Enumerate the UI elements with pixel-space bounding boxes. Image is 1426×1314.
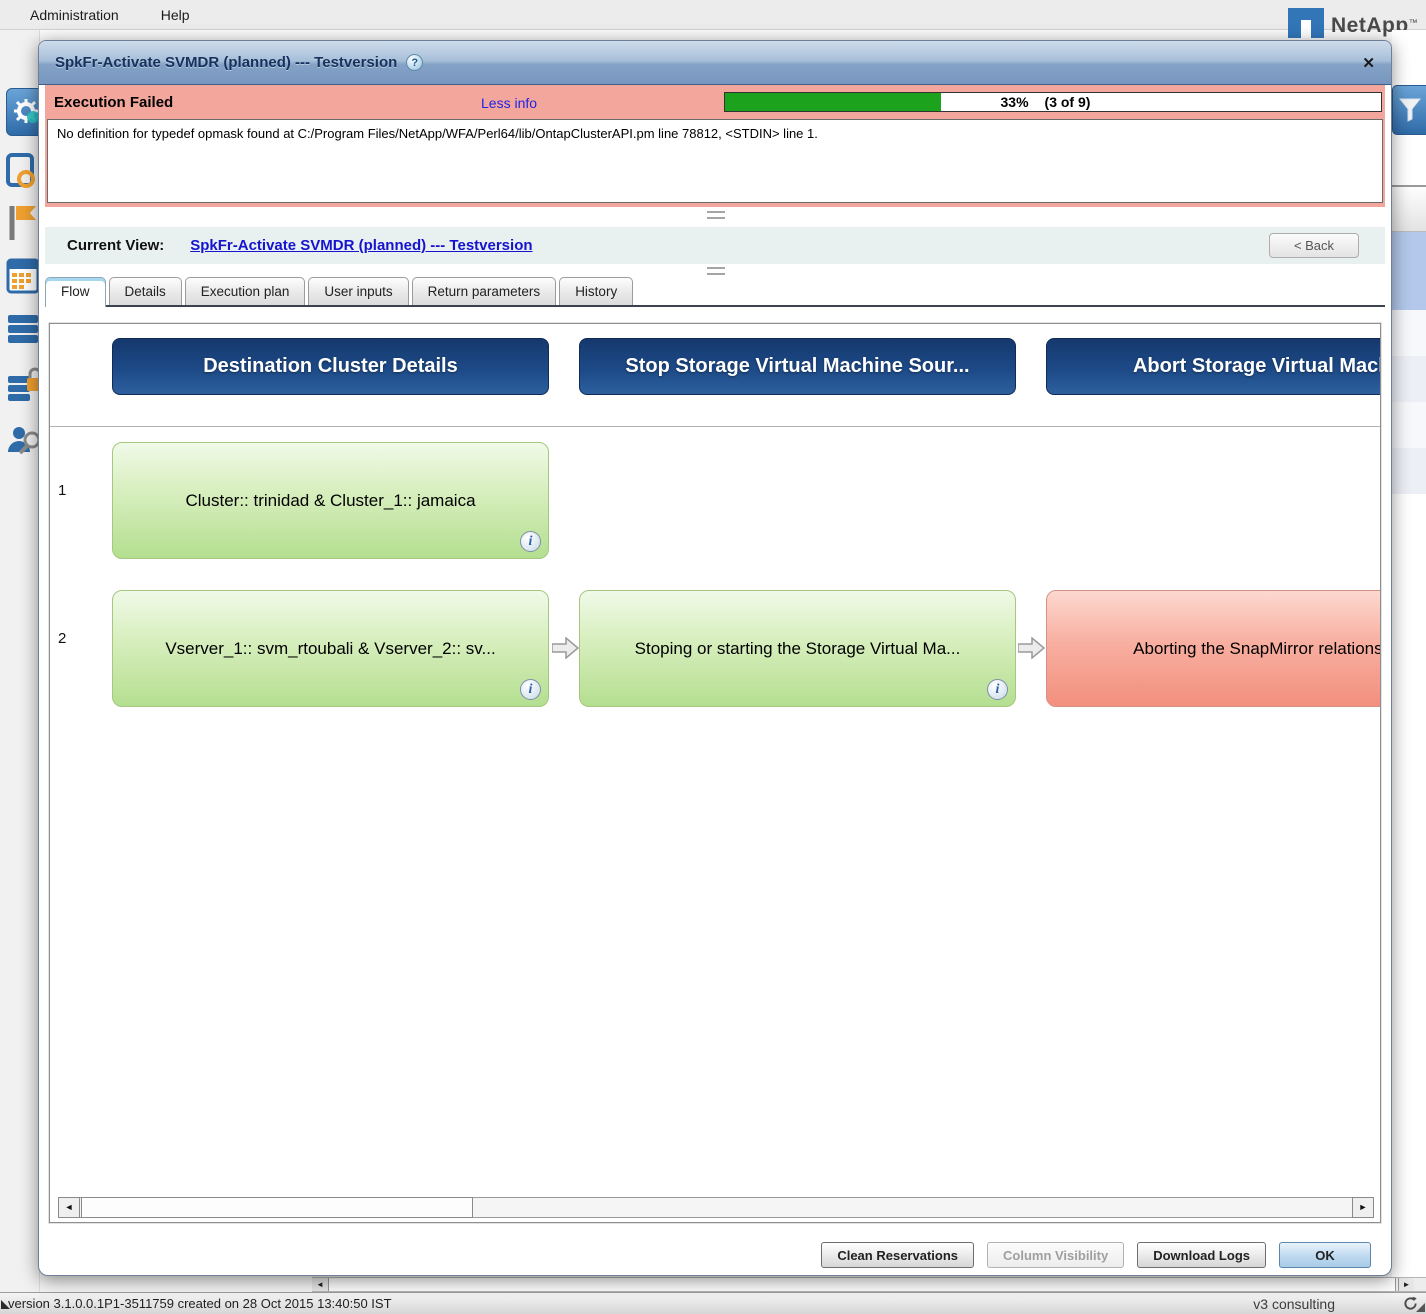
download-logs-button[interactable]: Download Logs	[1137, 1242, 1266, 1268]
sidebar-item-milestones[interactable]	[6, 202, 39, 247]
flow-row-number: 2	[58, 630, 67, 647]
info-icon[interactable]: i	[520, 531, 541, 552]
sidebar-item-schedules[interactable]	[6, 152, 39, 193]
trademark-symbol: ™	[1408, 17, 1418, 28]
flag-icon	[9, 206, 36, 240]
clipboard-sync-icon	[6, 153, 35, 188]
tab-user-inputs[interactable]: User inputs	[308, 277, 409, 305]
dialog-footer: Clean Reservations Column Visibility Dow…	[821, 1242, 1371, 1268]
dialog-titlebar[interactable]: SpkFr-Activate SVMDR (planned) --- Testv…	[39, 41, 1391, 85]
flow-horizontal-scrollbar[interactable]: ◄ ►	[58, 1197, 1374, 1218]
current-view-label: Current View:	[67, 237, 165, 254]
menu-help[interactable]: Help	[161, 7, 190, 23]
error-message-box[interactable]: No definition for typedef opmask found a…	[47, 119, 1383, 203]
divider	[50, 426, 1380, 427]
status-bar: version 3.1.0.0.1P1-3511759 created on 2…	[0, 1292, 1426, 1314]
tab-bar: Flow Details Execution plan User inputs …	[45, 277, 1385, 307]
tab-details[interactable]: Details	[108, 277, 182, 305]
execution-status-label: Execution Failed	[54, 94, 174, 111]
splitter-handle[interactable]	[707, 267, 725, 275]
current-view-bar: Current View: SpkFr-Activate SVMDR (plan…	[45, 227, 1385, 264]
resize-grip	[1, 1300, 10, 1309]
sidebar	[0, 30, 40, 1292]
progress-bar: 33% (3 of 9)	[724, 92, 1382, 112]
background-button-edge	[1392, 187, 1426, 232]
flow-arrow-icon	[1018, 637, 1045, 659]
netapp-logo-icon	[1288, 8, 1324, 38]
info-icon[interactable]: i	[987, 679, 1008, 700]
flow-panel: Destination Cluster Details Stop Storage…	[49, 323, 1381, 1223]
menu-bar: Administration Help	[0, 0, 1426, 30]
flow-column-header-2[interactable]: Stop Storage Virtual Machine Sour...	[579, 338, 1016, 395]
less-info-link[interactable]: Less info	[481, 95, 537, 111]
flow-arrow-icon	[552, 637, 579, 659]
workflow-execution-dialog: SpkFr-Activate SVMDR (planned) --- Testv…	[38, 40, 1392, 1276]
tab-return-parameters[interactable]: Return parameters	[411, 277, 557, 305]
calendar-icon	[6, 258, 39, 294]
clean-reservations-button[interactable]: Clean Reservations	[821, 1242, 974, 1268]
sidebar-item-users[interactable]	[6, 422, 39, 463]
scroll-right-icon[interactable]: ►	[1352, 1197, 1374, 1218]
progress-fill	[725, 93, 942, 111]
flow-row-number: 1	[58, 482, 67, 499]
dialog-title: SpkFr-Activate SVMDR (planned) --- Testv…	[55, 54, 398, 71]
flow-column-header-1[interactable]: Destination Cluster Details	[112, 338, 549, 395]
scroll-right-icon[interactable]: ►	[1398, 1278, 1414, 1291]
version-text: version 3.1.0.0.1P1-3511759 created on 2…	[8, 1296, 392, 1311]
right-panel-edge	[1392, 30, 1426, 1292]
current-view-link[interactable]: SpkFr-Activate SVMDR (planned) --- Testv…	[190, 237, 532, 254]
background-horizontal-scrollbar[interactable]: ◄ ►	[312, 1277, 1426, 1292]
gear-icon	[14, 99, 39, 123]
progress-label: 33% (3 of 9)	[1000, 94, 1091, 110]
info-icon[interactable]: i	[520, 679, 541, 700]
scrollbar-track[interactable]	[328, 1278, 1396, 1291]
branding-text: v3 consulting	[1253, 1295, 1335, 1312]
user-search-icon	[8, 427, 39, 455]
screen: Administration Help NetApp™ ◄ ► version …	[0, 0, 1426, 1314]
error-message: No definition for typedef opmask found a…	[57, 126, 818, 141]
flow-step-vserver-details[interactable]: Vserver_1:: svm_rtoubali & Vserver_2:: s…	[112, 590, 549, 707]
flow-step-abort-snapmirror[interactable]: Aborting the SnapMirror relationshi	[1046, 590, 1380, 707]
server-stack-icon	[8, 315, 38, 343]
back-button[interactable]: < Back	[1269, 233, 1359, 258]
sidebar-item-storage[interactable]	[6, 312, 39, 351]
splitter-handle[interactable]	[707, 211, 725, 219]
ok-button[interactable]: OK	[1279, 1242, 1371, 1268]
sidebar-item-credentials[interactable]	[6, 366, 39, 409]
selected-row-edge	[1392, 232, 1426, 310]
flow-step-stop-svm[interactable]: Stoping or starting the Storage Virtual …	[579, 590, 1016, 707]
scrollbar-thumb[interactable]	[81, 1197, 473, 1218]
resize-grip[interactable]	[1416, 1303, 1425, 1312]
flow-step-cluster-details[interactable]: Cluster:: trinidad & Cluster_1:: jamaica…	[112, 442, 549, 559]
flow-column-header-3[interactable]: Abort Storage Virtual Machi	[1046, 338, 1380, 395]
sidebar-item-settings[interactable]	[6, 88, 39, 136]
tab-flow[interactable]: Flow	[45, 277, 106, 307]
tab-history[interactable]: History	[559, 277, 634, 305]
menu-administration[interactable]: Administration	[30, 7, 119, 23]
scroll-left-icon[interactable]: ◄	[58, 1197, 80, 1218]
tab-execution-plan[interactable]: Execution plan	[184, 277, 306, 305]
column-visibility-button: Column Visibility	[987, 1242, 1125, 1268]
sidebar-item-calendar[interactable]	[6, 256, 39, 299]
execution-status-banner: Execution Failed Less info 33% (3 of 9) …	[45, 85, 1385, 207]
funnel-icon	[1399, 98, 1421, 122]
scroll-left-icon[interactable]: ◄	[312, 1278, 328, 1291]
database-lock-icon	[8, 367, 39, 401]
filter-button[interactable]	[1392, 85, 1426, 135]
help-icon[interactable]: ?	[406, 54, 424, 71]
close-icon[interactable]: ✕	[1362, 54, 1375, 72]
